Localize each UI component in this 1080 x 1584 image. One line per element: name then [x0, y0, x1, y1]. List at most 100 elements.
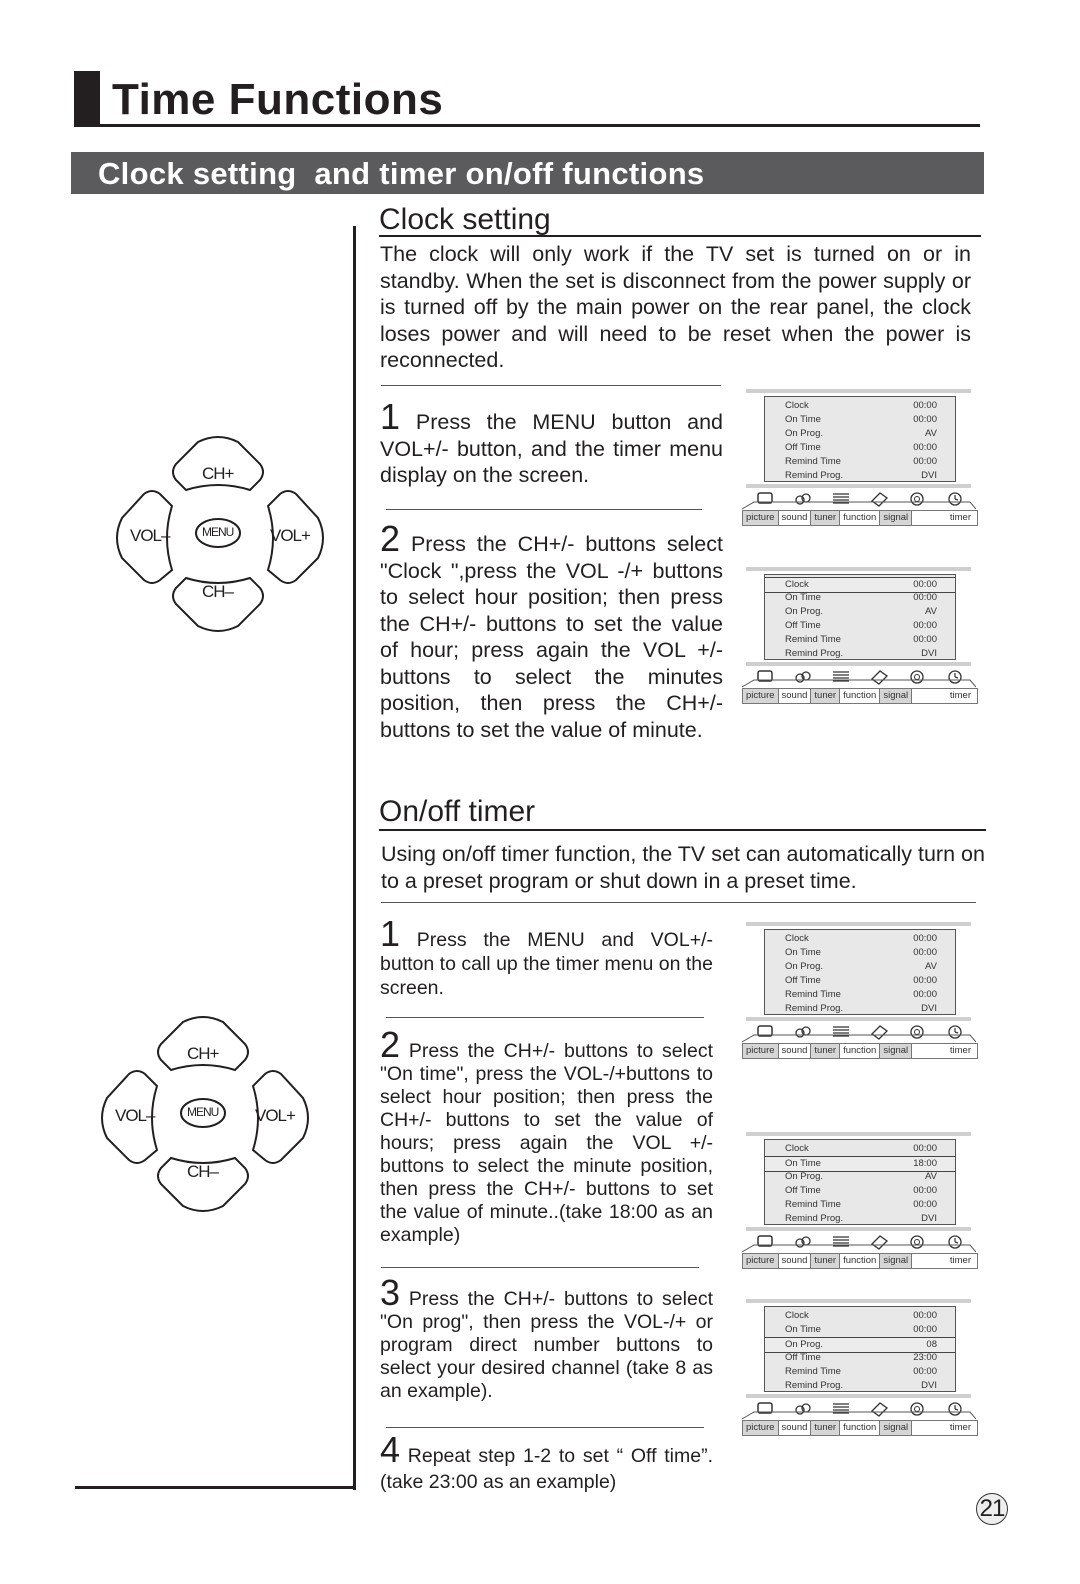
menu-tab-function[interactable]: function	[840, 689, 881, 703]
menu-tab-signal[interactable]: signal	[880, 689, 913, 703]
ch-plus-button[interactable]: CH+	[202, 464, 235, 484]
menu-icon-strip	[740, 488, 976, 510]
menu-row[interactable]: On Time 00:00	[765, 946, 955, 960]
menu-row[interactable]: Remind Time 00:00	[765, 1198, 955, 1212]
vol-minus-button[interactable]: VOL–	[130, 526, 170, 546]
menu-row[interactable]: Off Time 00:00	[765, 1184, 955, 1198]
page-number: 21	[976, 1493, 1008, 1525]
menu-tab-picture[interactable]: picture	[743, 689, 779, 703]
menu-row-label: On Time	[785, 592, 821, 603]
menu-tab-tuner[interactable]: tuner	[811, 1044, 841, 1058]
menu-row[interactable]: Off Time 23:00	[765, 1351, 955, 1365]
menu-tab-sound[interactable]: sound	[779, 511, 812, 525]
menu-row[interactable]: On Time 00:00	[765, 413, 955, 427]
menu-tab-signal[interactable]: signal	[880, 511, 913, 525]
menu-list: Clock 00:00 On Time 00:00 On Prog. AV Off Time…	[764, 929, 956, 1015]
menu-row-label: On Time	[785, 1158, 821, 1169]
menu-tab-picture[interactable]: picture	[743, 511, 779, 525]
menu-tabs: picture sound tuner function signal timer	[742, 1420, 978, 1436]
menu-tab-timer[interactable]: timer	[912, 689, 977, 703]
menu-row[interactable]: Clock 00:00	[765, 932, 955, 946]
menu-tab-sound[interactable]: sound	[779, 1254, 812, 1268]
ch-minus-button[interactable]: CH–	[187, 1162, 219, 1182]
menu-row[interactable]: Off Time 00:00	[765, 619, 955, 633]
menu-row-value: 00:00	[913, 400, 937, 411]
menu-tab-tuner[interactable]: tuner	[811, 689, 841, 703]
menu-tab-timer[interactable]: timer	[912, 1044, 977, 1058]
menu-row-value: 00:00	[913, 1185, 937, 1196]
menu-tab-signal[interactable]: signal	[880, 1254, 913, 1268]
menu-icon-strip	[740, 666, 976, 688]
menu-row-value: 00:00	[913, 442, 937, 453]
menu-row-label: Off Time	[785, 1352, 821, 1363]
menu-row-value: AV	[925, 961, 937, 972]
menu-tab-function[interactable]: function	[840, 511, 881, 525]
menu-tab-function[interactable]: function	[840, 1254, 881, 1268]
menu-row[interactable]: Remind Prog. DVI	[765, 647, 955, 661]
menu-row[interactable]: Clock 00:00	[765, 1309, 955, 1323]
menu-tab-timer[interactable]: timer	[912, 1254, 977, 1268]
menu-tab-timer[interactable]: timer	[912, 511, 977, 525]
menu-row[interactable]: Remind Prog. DVI	[765, 1212, 955, 1226]
menu-row-label: Off Time	[785, 1185, 821, 1196]
menu-row[interactable]: Off Time 00:00	[765, 974, 955, 988]
vol-minus-button[interactable]: VOL–	[115, 1106, 155, 1126]
ch-minus-button[interactable]: CH–	[202, 582, 234, 602]
bottom-rule	[75, 1486, 356, 1489]
menu-row[interactable]: Clock 00:00	[765, 1142, 955, 1156]
menu-button[interactable]: MENU	[187, 1105, 219, 1119]
menu-row[interactable]: Clock 00:00	[765, 399, 955, 413]
menu-row[interactable]: On Time 00:00	[765, 591, 955, 605]
menu-row[interactable]: Remind Prog. DVI	[765, 1379, 955, 1393]
menu-row[interactable]: Remind Time 00:00	[765, 988, 955, 1002]
menu-row-label: Clock	[785, 579, 809, 590]
menu-tabs: picture sound tuner function signal timer	[742, 1253, 978, 1269]
menu-tab-function[interactable]: function	[840, 1421, 881, 1435]
menu-tab-picture[interactable]: picture	[743, 1044, 779, 1058]
menu-row-value: DVI	[921, 648, 937, 659]
menu-tab-signal[interactable]: signal	[880, 1421, 913, 1435]
menu-row-value: 00:00	[913, 975, 937, 986]
menu-list: Clock 00:00 On Time 00:00 On Prog. AV Off Time…	[764, 396, 956, 482]
menu-row[interactable]: Remind Prog. DVI	[765, 1002, 955, 1016]
menu-row-value: 00:00	[913, 1143, 937, 1154]
menu-tabs: picture sound tuner function signal timer	[742, 1043, 978, 1059]
step-number: 1	[380, 913, 401, 954]
menu-tab-signal[interactable]: signal	[880, 1044, 913, 1058]
menu-row-label: Clock	[785, 1310, 809, 1321]
menu-row[interactable]: On Time 00:00	[765, 1323, 955, 1337]
divider	[386, 1017, 704, 1018]
step-text: Press the CH+/- buttons to select "On pr…	[380, 1288, 713, 1402]
menu-row-value: 00:00	[913, 456, 937, 467]
menu-tab-tuner[interactable]: tuner	[811, 1254, 841, 1268]
menu-tab-sound[interactable]: sound	[779, 1421, 812, 1435]
menu-row-value: 08	[926, 1339, 937, 1350]
menu-row[interactable]: On Prog. AV	[765, 605, 955, 619]
menu-row[interactable]: On Prog. AV	[765, 960, 955, 974]
menu-icon-strip	[740, 1021, 976, 1043]
menu-row-label: On Time	[785, 947, 821, 958]
menu-tab-sound[interactable]: sound	[779, 689, 812, 703]
menu-top-bar	[746, 567, 971, 571]
menu-row[interactable]: Remind Time 00:00	[765, 633, 955, 647]
menu-tab-sound[interactable]: sound	[779, 1044, 812, 1058]
ch-plus-button[interactable]: CH+	[187, 1044, 220, 1064]
menu-button[interactable]: MENU	[202, 525, 234, 539]
menu-tab-picture[interactable]: picture	[743, 1421, 779, 1435]
title-rule	[74, 124, 980, 127]
vol-plus-button[interactable]: VOL+	[270, 526, 311, 546]
menu-tab-timer[interactable]: timer	[912, 1421, 977, 1435]
menu-row-label: Clock	[785, 1143, 809, 1154]
menu-row[interactable]: On Prog. AV	[765, 1170, 955, 1184]
menu-tab-tuner[interactable]: tuner	[811, 1421, 841, 1435]
menu-tab-picture[interactable]: picture	[743, 1254, 779, 1268]
menu-row[interactable]: Remind Time 00:00	[765, 455, 955, 469]
menu-tab-function[interactable]: function	[840, 1044, 881, 1058]
divider	[381, 385, 721, 386]
menu-row[interactable]: Remind Prog. DVI	[765, 469, 955, 483]
menu-tab-tuner[interactable]: tuner	[811, 511, 841, 525]
menu-row[interactable]: Off Time 00:00	[765, 441, 955, 455]
menu-row[interactable]: Remind Time 00:00	[765, 1365, 955, 1379]
menu-row[interactable]: On Prog. AV	[765, 427, 955, 441]
vol-plus-button[interactable]: VOL+	[255, 1106, 296, 1126]
